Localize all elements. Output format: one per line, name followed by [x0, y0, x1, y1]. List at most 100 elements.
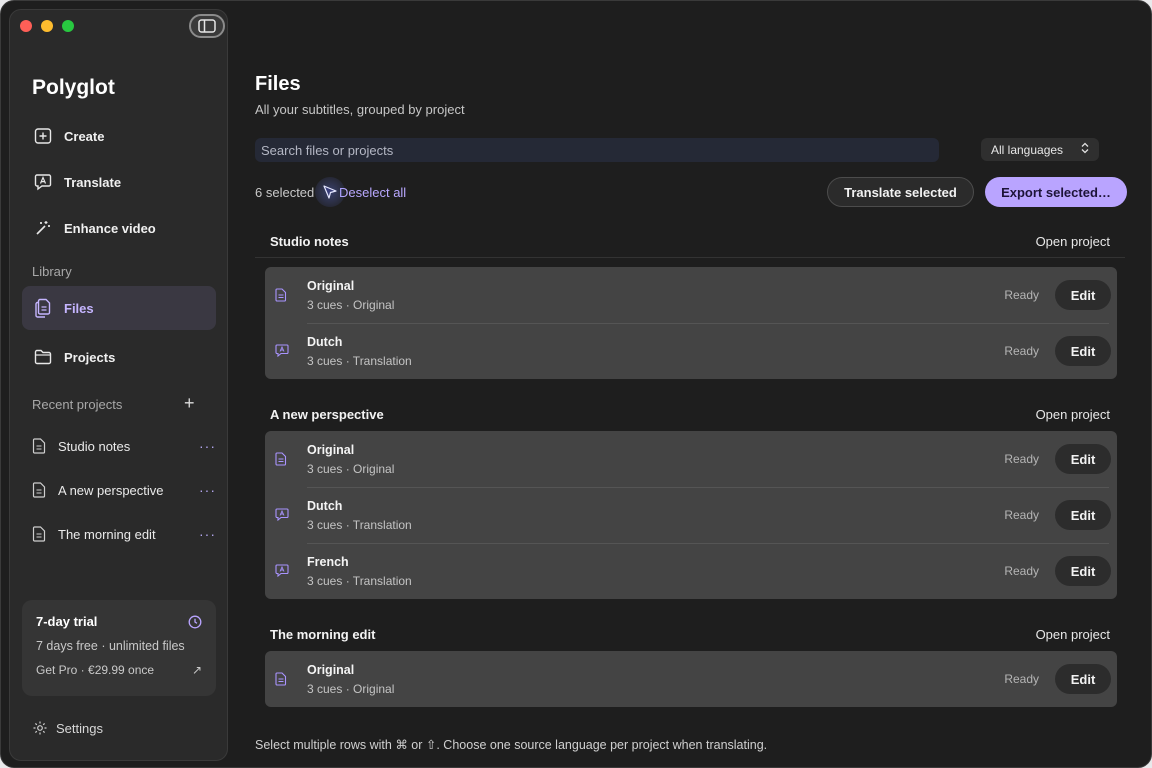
- document-icon: [32, 482, 48, 498]
- sidebar-icon: [198, 19, 216, 33]
- nav-projects[interactable]: Projects: [22, 335, 216, 379]
- edit-button[interactable]: Edit: [1055, 280, 1111, 310]
- project-group-header: The morning edit Open project: [255, 619, 1125, 649]
- edit-button[interactable]: Edit: [1055, 664, 1111, 694]
- file-list: Original 3 cues · Original Ready Edit Du…: [265, 267, 1117, 379]
- document-icon: [32, 526, 48, 542]
- export-selected-button[interactable]: Export selected…: [985, 177, 1127, 207]
- close-window-button[interactable]: [20, 20, 32, 32]
- translate-bubble-icon: [275, 344, 289, 357]
- file-row[interactable]: Dutch 3 cues · Translation Ready Edit: [265, 487, 1117, 543]
- edit-button[interactable]: Edit: [1055, 336, 1111, 366]
- open-project-link[interactable]: Open project: [1036, 407, 1110, 422]
- file-row[interactable]: Original 3 cues · Original Ready Edit: [265, 431, 1117, 487]
- search-input[interactable]: [255, 138, 939, 162]
- project-name: The morning edit: [270, 626, 376, 642]
- translate-selected-button[interactable]: Translate selected: [827, 177, 974, 207]
- add-project-button[interactable]: +: [184, 393, 195, 414]
- recent-project-a-new-perspective[interactable]: A new perspective ···: [32, 478, 216, 502]
- file-name: Original: [307, 443, 355, 457]
- mouse-cursor-icon: [323, 185, 337, 204]
- files-icon: [33, 298, 53, 318]
- status-label: Ready: [1004, 452, 1039, 466]
- more-options-button[interactable]: ···: [199, 438, 216, 454]
- settings-button[interactable]: Settings: [32, 720, 103, 736]
- status-label: Ready: [1004, 508, 1039, 522]
- toggle-sidebar-button[interactable]: [189, 14, 225, 38]
- edit-button[interactable]: Edit: [1055, 556, 1111, 586]
- window-controls: [20, 20, 74, 32]
- file-row[interactable]: Original 3 cues · Original Ready Edit: [265, 267, 1117, 323]
- magic-wand-icon: [33, 218, 53, 238]
- file-meta: 3 cues · Translation: [307, 518, 412, 532]
- footer-hint: Select multiple rows with ⌘ or ⇧. Choose…: [255, 738, 768, 752]
- divider: [255, 257, 1125, 258]
- app-window: Polyglot Create Translate Enhance video …: [0, 0, 1152, 768]
- more-options-button[interactable]: ···: [199, 482, 216, 498]
- file-name: French: [307, 555, 349, 569]
- selected-count: 6 selected: [255, 185, 315, 200]
- file-meta: 3 cues · Original: [307, 298, 395, 312]
- language-filter-value: All languages: [991, 142, 1064, 157]
- translate-bubble-icon: [33, 172, 53, 192]
- status-label: Ready: [1004, 672, 1039, 686]
- translate-bubble-icon: [275, 564, 289, 577]
- file-meta: 3 cues · Translation: [307, 574, 412, 588]
- project-name: A new perspective: [270, 406, 384, 422]
- file-row[interactable]: French 3 cues · Translation Ready Edit: [265, 543, 1117, 599]
- trial-title: 7-day trial: [36, 614, 98, 629]
- library-section-label: Library: [32, 264, 72, 279]
- chevron-updown-icon: [1081, 142, 1089, 157]
- file-meta: 3 cues · Translation: [307, 354, 412, 368]
- project-group-header: Studio notes Open project: [255, 226, 1125, 256]
- main-content: Files All your subtitles, grouped by pro…: [255, 1, 1135, 767]
- page-title: Files: [255, 73, 301, 95]
- plus-square-icon: [33, 126, 53, 146]
- status-label: Ready: [1004, 564, 1039, 578]
- settings-label: Settings: [56, 720, 103, 736]
- language-filter-select[interactable]: All languages: [981, 138, 1099, 161]
- nav-translate[interactable]: Translate: [22, 160, 216, 204]
- deselect-all-link[interactable]: Deselect all: [339, 185, 406, 200]
- zoom-window-button[interactable]: [62, 20, 74, 32]
- get-pro-link[interactable]: Get Pro · €29.99 once ↗: [36, 663, 202, 677]
- minimize-window-button[interactable]: [41, 20, 53, 32]
- status-label: Ready: [1004, 288, 1039, 302]
- document-icon: [32, 438, 48, 454]
- nav-create[interactable]: Create: [22, 114, 216, 158]
- recent-project-label: The morning edit: [58, 526, 156, 542]
- nav-enhance-video[interactable]: Enhance video: [22, 206, 216, 250]
- edit-button[interactable]: Edit: [1055, 500, 1111, 530]
- document-icon: [275, 672, 287, 686]
- sidebar: Polyglot Create Translate Enhance video …: [9, 9, 228, 761]
- recent-project-label: Studio notes: [58, 438, 131, 454]
- edit-button[interactable]: Edit: [1055, 444, 1111, 474]
- folder-icon: [33, 347, 53, 367]
- get-pro-label: Get Pro · €29.99 once: [36, 663, 155, 677]
- translate-bubble-icon: [275, 508, 289, 521]
- document-icon: [275, 288, 287, 302]
- recent-projects-label: Recent projects: [32, 397, 123, 412]
- open-project-link[interactable]: Open project: [1036, 627, 1110, 642]
- file-row[interactable]: Dutch 3 cues · Translation Ready Edit: [265, 323, 1117, 379]
- file-row[interactable]: Original 3 cues · Original Ready Edit: [265, 651, 1117, 707]
- nav-create-label: Create: [64, 128, 105, 144]
- project-group-header: A new perspective Open project: [255, 399, 1125, 429]
- arrow-up-right-icon: ↗: [191, 663, 202, 677]
- file-name: Original: [307, 663, 355, 677]
- recent-project-the-morning-edit[interactable]: The morning edit ···: [32, 522, 216, 546]
- file-name: Dutch: [307, 335, 343, 349]
- nav-files[interactable]: Files: [22, 286, 216, 330]
- recent-project-studio-notes[interactable]: Studio notes ···: [32, 434, 216, 458]
- file-name: Dutch: [307, 499, 343, 513]
- trial-card: 7-day trial 7 days free · unlimited file…: [22, 600, 216, 696]
- open-project-link[interactable]: Open project: [1036, 234, 1110, 249]
- nav-translate-label: Translate: [64, 174, 122, 190]
- more-options-button[interactable]: ···: [199, 526, 216, 542]
- nav-projects-label: Projects: [64, 349, 116, 365]
- nav-enhance-video-label: Enhance video: [64, 220, 156, 236]
- clock-icon: [188, 615, 202, 634]
- trial-subtitle: 7 days free · unlimited files: [36, 639, 185, 653]
- nav-files-label: Files: [64, 300, 94, 316]
- app-title: Polyglot: [32, 76, 115, 99]
